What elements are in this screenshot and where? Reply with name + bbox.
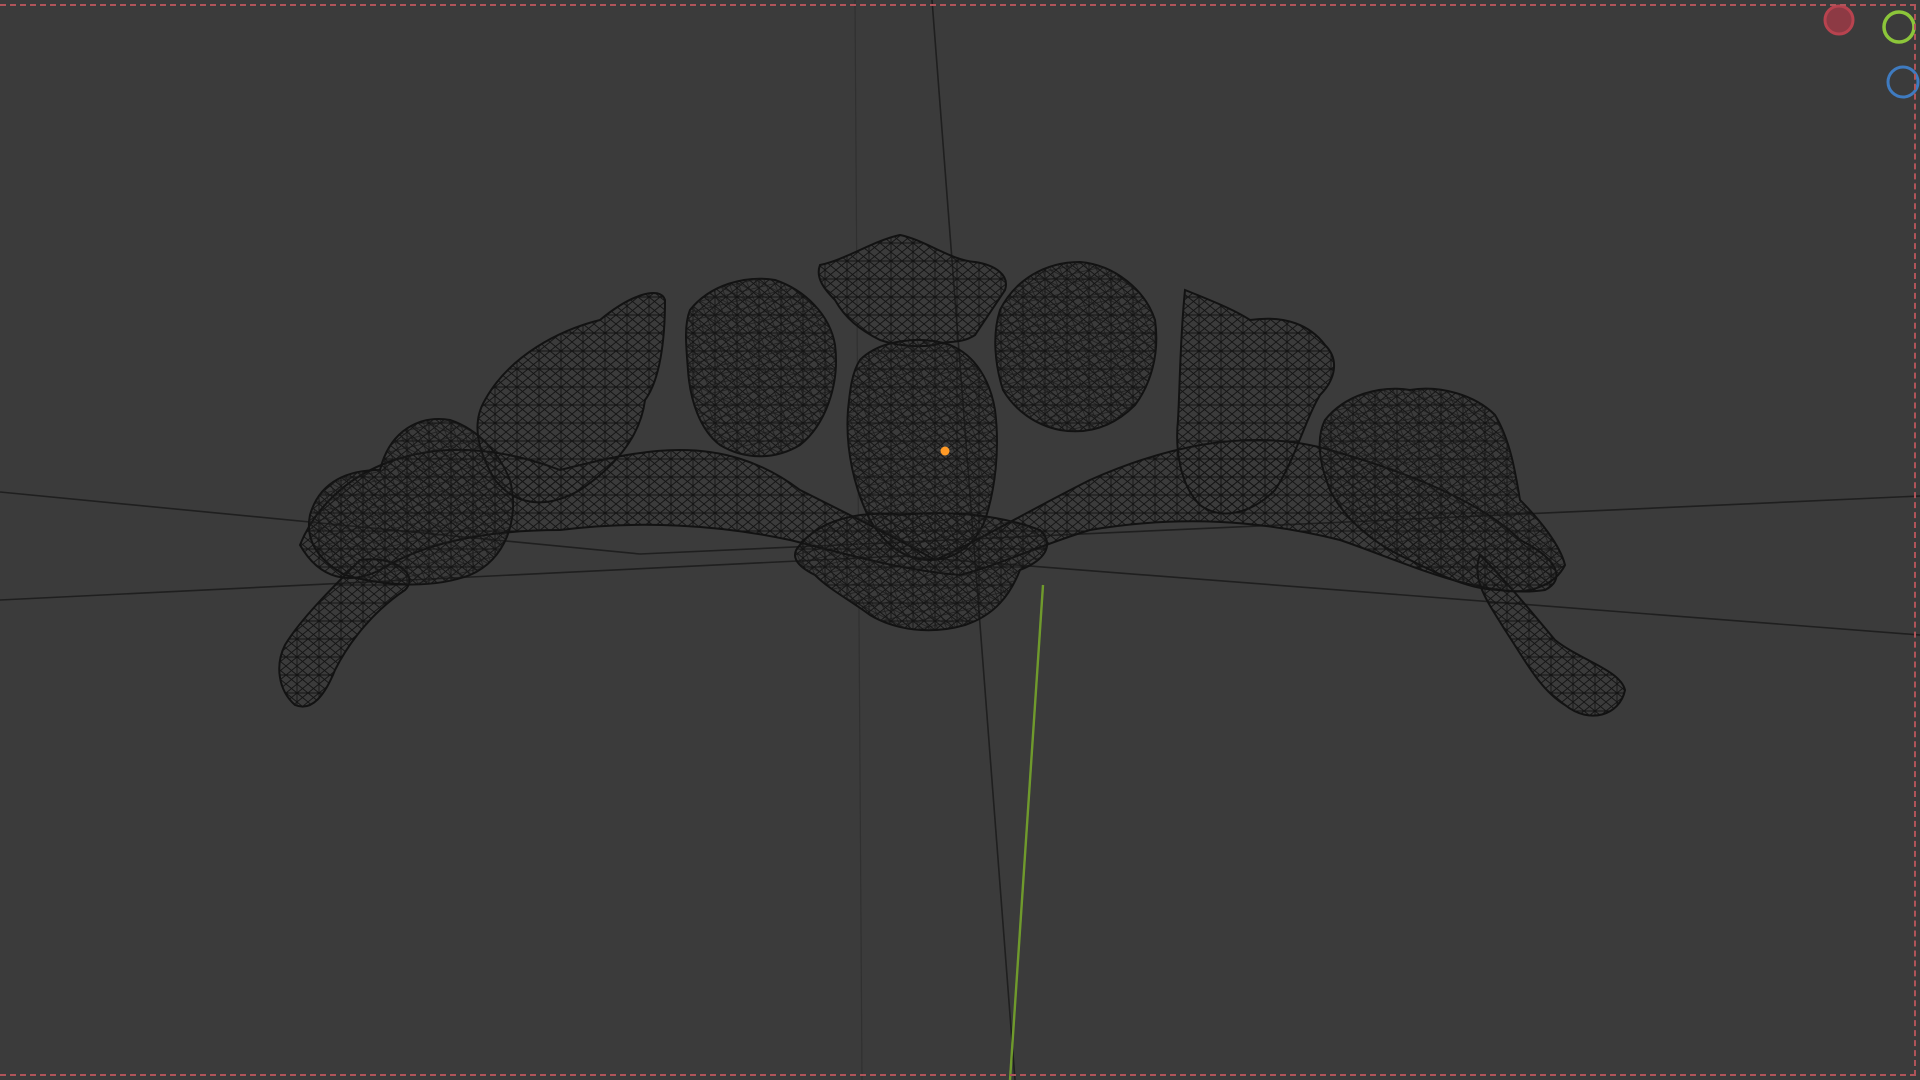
origin-dot-icon[interactable]: [940, 446, 950, 456]
viewport-scene[interactable]: [0, 0, 1920, 1080]
y-axis-line: [1008, 584, 1045, 1080]
axis-y-icon[interactable]: [1882, 10, 1916, 44]
axis-z-icon[interactable]: [1886, 65, 1920, 99]
3d-viewport[interactable]: [0, 0, 1920, 1080]
axis-x-icon[interactable]: [1823, 4, 1855, 36]
